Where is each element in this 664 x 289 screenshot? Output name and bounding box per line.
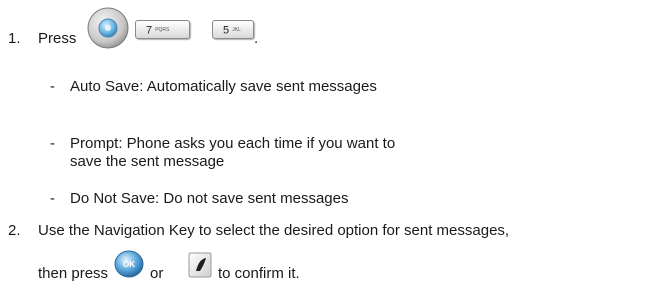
step-1-text: Press — [38, 30, 77, 47]
svg-text:OK: OK — [123, 260, 135, 269]
step-2-or: or — [150, 265, 164, 282]
key-5-digit: 5 — [223, 24, 230, 37]
option-prompt-text-line1: Prompt: Phone asks you each time if you … — [70, 135, 396, 152]
key-7-icon: 7 PQRS — [135, 20, 190, 39]
option-auto-save-text: Auto Save: Automatically save sent messa… — [70, 78, 377, 95]
step-2-number: 2. — [8, 222, 21, 239]
option-prompt-dash: - — [50, 135, 55, 152]
key-7-digit: 7 — [146, 24, 153, 37]
step-1-number: 1. — [8, 30, 21, 47]
option-do-not-save-dash: - — [50, 190, 55, 207]
step-2-text-line2-after: to confirm it. — [218, 265, 300, 282]
step-2-text-line2-before: then press — [38, 265, 109, 282]
ok-key-icon: OK — [114, 250, 144, 278]
key-5-letters: JKL — [232, 27, 241, 33]
key-7-letters: PQRS — [155, 27, 170, 33]
send-key-icon — [188, 252, 212, 278]
key-5-icon: 5 JKL — [212, 20, 254, 39]
option-do-not-save-text: Do Not Save: Do not save sent messages — [70, 190, 349, 207]
menu-nav-key-icon — [87, 7, 129, 49]
step-2-text-line1: Use the Navigation Key to select the des… — [38, 222, 510, 239]
step-1-period: . — [254, 30, 259, 47]
option-auto-save-dash: - — [50, 78, 55, 95]
option-prompt-text-line2: save the sent message — [70, 153, 225, 170]
